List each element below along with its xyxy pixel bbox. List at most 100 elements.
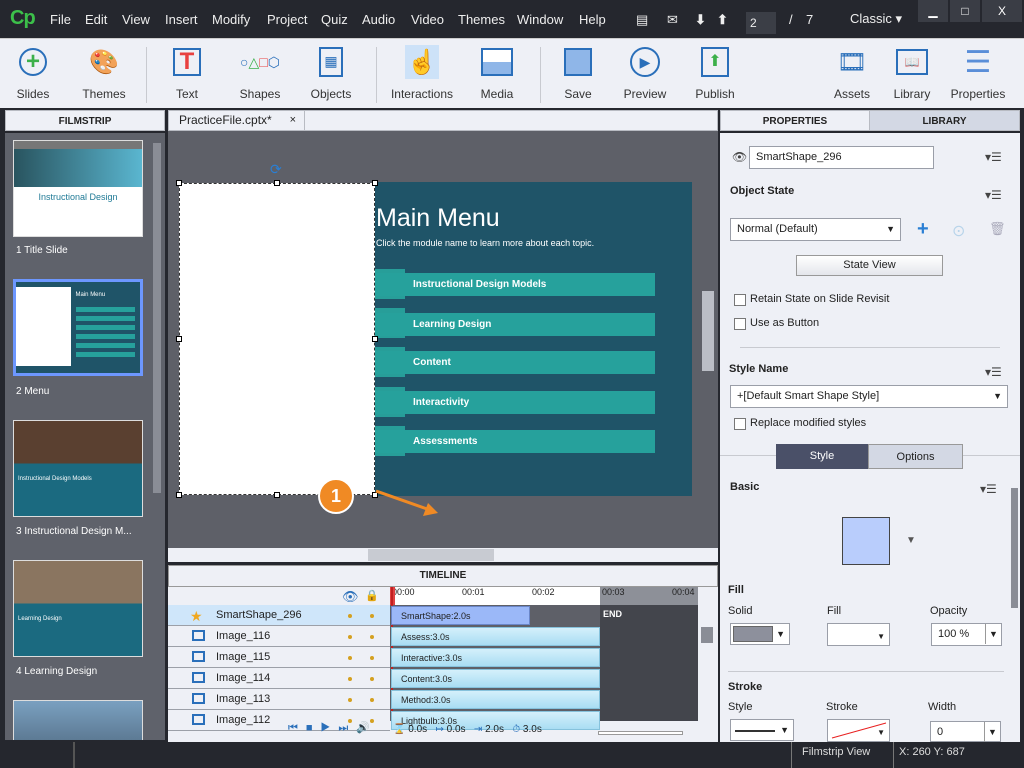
menu-themes[interactable]: Themes — [458, 12, 505, 27]
workspace-selector[interactable]: Classic ▾ — [850, 11, 902, 27]
shapes-button[interactable]: ○ △ □ ⬡ Shapes — [235, 45, 285, 102]
resize-handle[interactable] — [176, 180, 182, 186]
menu-help[interactable]: Help — [579, 12, 606, 27]
menu-button-instructional-design-models[interactable]: Instructional Design Models — [375, 273, 655, 296]
mail-icon[interactable]: ✉ — [667, 12, 678, 28]
filmstrip-scrollbar[interactable] — [153, 143, 161, 493]
trash-icon[interactable]: 🗑 — [989, 221, 1006, 237]
themes-button[interactable]: 🎨 Themes — [78, 45, 130, 102]
panel-menu-icon[interactable]: ▾☰ — [985, 365, 1002, 379]
eye-icon[interactable]: 👁 — [342, 589, 359, 605]
close-button[interactable]: X — [982, 0, 1022, 22]
slides-button[interactable]: + Slides — [8, 45, 58, 101]
scroll-thumb[interactable] — [368, 549, 494, 561]
visibility-dot[interactable] — [348, 614, 352, 618]
retain-state-checkbox[interactable] — [734, 294, 746, 306]
menu-audio[interactable]: Audio — [362, 12, 395, 27]
time-ruler[interactable]: 00:00 00:01 00:02 00:03 00:04 — [390, 587, 698, 605]
resize-handle[interactable] — [372, 180, 378, 186]
slide-number-input[interactable]: 2 — [746, 12, 776, 34]
lock-dot[interactable] — [370, 635, 374, 639]
zoom-slider[interactable] — [598, 731, 683, 735]
panel-menu-icon[interactable]: ▾☰ — [985, 188, 1002, 202]
visibility-dot[interactable] — [348, 635, 352, 639]
timeline-scrollbar[interactable] — [698, 605, 716, 721]
visibility-dot[interactable] — [348, 656, 352, 660]
preview-button[interactable]: ▶ Preview — [620, 45, 670, 101]
timeline-row[interactable]: Image_114 — [168, 668, 390, 689]
menu-modify[interactable]: Modify — [212, 12, 250, 27]
close-tab-icon[interactable]: × — [290, 110, 296, 131]
use-as-button-checkbox[interactable] — [734, 318, 746, 330]
properties-button[interactable]: ☰ Properties — [950, 45, 1006, 102]
tab-properties[interactable]: PROPERTIES — [720, 110, 870, 131]
replace-styles-checkbox[interactable] — [734, 418, 746, 430]
reset-state-icon[interactable]: ⊙ — [952, 221, 965, 241]
timeline-bar[interactable]: Content:3.0s — [391, 669, 600, 688]
slide-thumbnail-3[interactable]: Instructional Design Models — [13, 420, 143, 517]
canvas-hscrollbar[interactable] — [168, 548, 718, 562]
menu-file[interactable]: File — [50, 12, 71, 27]
timeline-bar[interactable]: Interactive:3.0s — [391, 648, 600, 667]
slide-thumbnail-4[interactable]: Learning Design — [13, 560, 143, 657]
objects-button[interactable]: ▦ Objects — [306, 45, 356, 101]
maximize-button[interactable]: □ — [950, 0, 980, 22]
save-button[interactable]: Save — [558, 45, 598, 101]
timeline-row[interactable]: Image_116 — [168, 626, 390, 647]
canvas-vscrollbar[interactable] — [702, 291, 714, 371]
stroke-style-dropdown[interactable]: ▼ — [730, 719, 794, 741]
rotate-handle-icon[interactable]: ⟳ — [270, 161, 282, 178]
timeline-bar[interactable]: Method:3.0s — [391, 690, 600, 709]
resize-handle[interactable] — [372, 336, 378, 342]
menu-button-interactivity[interactable]: Interactivity — [375, 391, 655, 414]
menu-project[interactable]: Project — [267, 12, 307, 27]
presentation-icon[interactable]: ▤ — [636, 12, 648, 28]
panel-menu-icon[interactable]: ▾☰ — [980, 482, 997, 496]
text-button[interactable]: T Text — [165, 45, 209, 101]
lock-dot[interactable] — [370, 698, 374, 702]
visibility-eye-icon[interactable]: 👁 — [732, 150, 747, 164]
menu-view[interactable]: View — [122, 12, 150, 27]
media-button[interactable]: Media — [474, 45, 520, 101]
slide-thumbnail-1[interactable]: Instructional Design — [13, 140, 143, 237]
opacity-input[interactable]: 100 % ▼ — [931, 623, 1002, 646]
menu-insert[interactable]: Insert — [165, 12, 198, 27]
resize-handle[interactable] — [176, 492, 182, 498]
fill-color-dropdown[interactable]: ▼ — [827, 623, 890, 646]
tab-style[interactable]: Style — [776, 444, 868, 469]
menu-video[interactable]: Video — [411, 12, 444, 27]
swatch-dropdown-icon[interactable]: ▼ — [906, 535, 916, 546]
slide-label-3[interactable]: 3 Instructional Design M... — [16, 526, 132, 537]
slide-thumbnail-5[interactable] — [13, 700, 143, 740]
timeline-row[interactable]: Image_115 — [168, 647, 390, 668]
style-swatch[interactable] — [842, 517, 890, 565]
stroke-color-dropdown[interactable]: ▼ — [827, 719, 890, 742]
tab-library[interactable]: LIBRARY — [869, 110, 1020, 131]
interactions-button[interactable]: ☝ Interactions — [388, 45, 456, 101]
lock-dot[interactable] — [370, 677, 374, 681]
fill-type-dropdown[interactable]: ▼ — [730, 623, 790, 645]
resize-handle[interactable] — [274, 492, 280, 498]
arrow-up-icon[interactable]: ⬆ — [717, 12, 728, 28]
menu-button-assessments[interactable]: Assessments — [375, 430, 655, 453]
visibility-dot[interactable] — [348, 698, 352, 702]
lock-dot[interactable] — [370, 656, 374, 660]
lock-dot[interactable] — [370, 614, 374, 618]
publish-button[interactable]: ⬆ Publish — [692, 45, 738, 101]
tab-practicefile[interactable]: PracticeFile.cptx* × — [169, 110, 305, 131]
slide-label-4[interactable]: 4 Learning Design — [16, 666, 97, 677]
add-state-icon[interactable]: + — [917, 218, 929, 241]
panel-menu-icon[interactable]: ▾☰ — [985, 150, 1002, 164]
selected-smartshape[interactable] — [179, 183, 375, 495]
tab-options[interactable]: Options — [868, 444, 963, 469]
visibility-dot[interactable] — [348, 677, 352, 681]
arrow-down-icon[interactable]: ⬇ — [695, 12, 706, 28]
slide-label-1[interactable]: 1 Title Slide — [16, 245, 68, 256]
playback-controls[interactable]: ⏮■▶⏭🔊 — [288, 721, 378, 735]
menu-edit[interactable]: Edit — [85, 12, 107, 27]
slide-thumbnail-2[interactable]: Main Menu — [13, 279, 143, 376]
assets-button[interactable]: 🎞 Assets — [832, 45, 872, 102]
menu-button-learning-design[interactable]: Learning Design — [375, 313, 655, 336]
resize-handle[interactable] — [274, 180, 280, 186]
state-view-button[interactable]: State View — [796, 255, 943, 276]
